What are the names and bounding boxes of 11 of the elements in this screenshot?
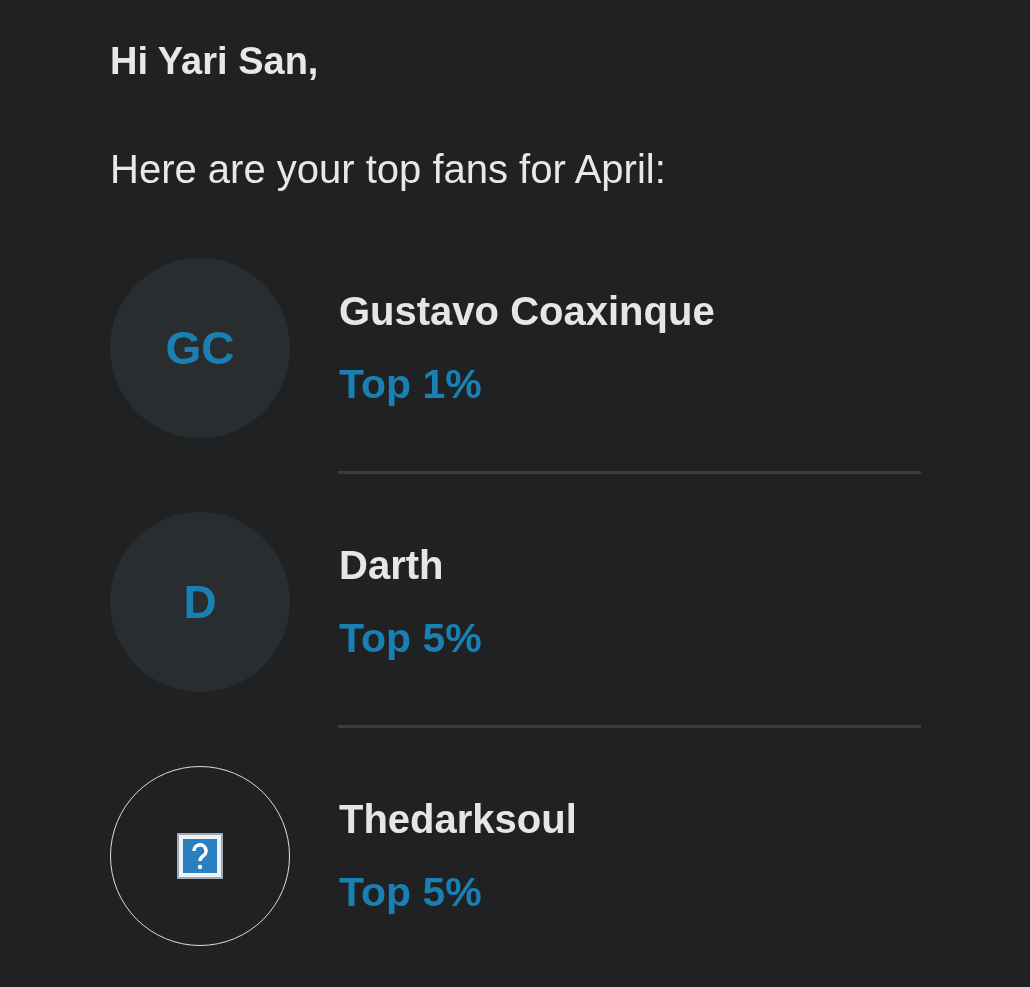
fan-name: Thedarksoul (339, 796, 578, 842)
fan-name: Gustavo Coaxinque (339, 288, 716, 334)
broken-image-icon (176, 832, 224, 880)
fan-rank: Top 5% (339, 615, 483, 661)
fan-rank: Top 5% (339, 869, 483, 915)
avatar: GC (110, 258, 290, 438)
fan-name: Darth (339, 542, 445, 588)
intro-text: Here are your top fans for April: (110, 146, 667, 192)
greeting-text: Hi Yari San, (110, 39, 320, 84)
fan-rank: Top 1% (339, 361, 483, 407)
avatar: D (110, 512, 290, 692)
